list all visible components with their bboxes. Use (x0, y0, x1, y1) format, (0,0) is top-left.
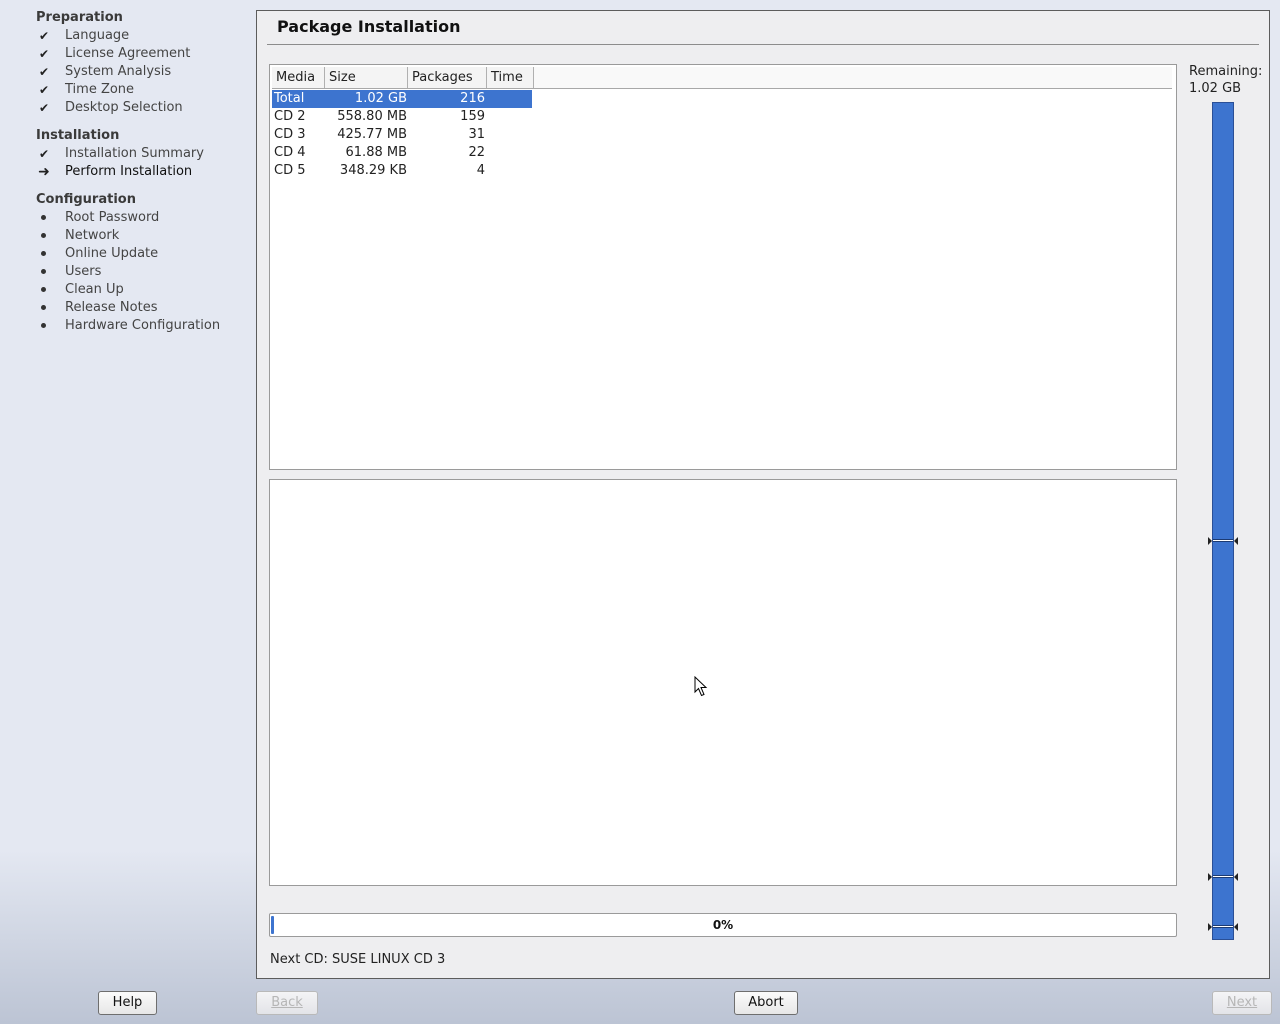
column-header-media[interactable]: Media (272, 67, 325, 88)
check-icon: ✔ (38, 147, 50, 161)
installation-steps-sidebar: Preparation ✔ Language ✔ License Agreeme… (0, 0, 250, 980)
step-label: Users (65, 264, 102, 279)
check-icon: ✔ (38, 65, 50, 79)
progress-percent: 0% (712, 918, 734, 932)
media-table[interactable]: Media Size Packages Time Total 1.02 GB 2… (269, 64, 1177, 470)
step-label: Hardware Configuration (65, 318, 221, 333)
table-row[interactable]: CD 4 61.88 MB 22 (272, 144, 532, 162)
table-row[interactable]: CD 5 348.29 KB 4 (272, 162, 532, 180)
cell-packages: 159 (460, 109, 485, 124)
page-title: Package Installation (277, 17, 461, 36)
marker-left-tick (1208, 923, 1212, 931)
section-title-installation: Installation (36, 128, 120, 143)
cell-packages: 22 (468, 145, 485, 160)
cell-size: 425.77 MB (337, 127, 407, 142)
back-button[interactable]: Back (256, 991, 318, 1015)
step-label: Installation Summary (65, 146, 204, 161)
step-label: Clean Up (65, 282, 124, 297)
cell-media: Total (274, 91, 305, 106)
remaining-caption: Remaining: (1189, 64, 1263, 79)
check-icon: ✔ (38, 29, 50, 43)
installation-progress-bar: 0% (269, 913, 1177, 937)
mouse-pointer-icon (694, 676, 708, 697)
cell-size: 1.02 GB (354, 91, 407, 106)
media-boundary-marker (1213, 539, 1233, 542)
step-label: Language (65, 28, 130, 43)
cell-size: 348.29 KB (339, 163, 407, 178)
remaining-value: 1.02 GB (1189, 81, 1242, 96)
remaining-label: Remaining: 1.02 GB (1189, 63, 1262, 97)
package-details-area[interactable] (269, 479, 1177, 886)
help-button[interactable]: Help (98, 991, 157, 1015)
check-icon: ✔ (38, 101, 50, 115)
step-label: Root Password (65, 210, 160, 225)
cell-packages: 4 (476, 163, 485, 178)
table-row[interactable]: CD 3 425.77 MB 31 (272, 126, 532, 144)
cell-packages: 31 (468, 127, 485, 142)
section-title-preparation: Preparation (36, 10, 123, 25)
next-button-label: Next (1226, 995, 1258, 1010)
marker-left-tick (1208, 873, 1212, 881)
table-row-total[interactable]: Total 1.02 GB 216 (272, 90, 532, 108)
cell-packages: 216 (460, 91, 485, 106)
bullet-icon (36, 209, 52, 220)
cell-media: CD 4 (274, 145, 306, 160)
cell-media: CD 2 (274, 109, 306, 124)
remaining-size-bar (1208, 102, 1238, 940)
step-label: Network (65, 228, 120, 243)
check-icon: ✔ (38, 47, 50, 61)
bullet-icon (36, 227, 52, 238)
column-header-packages[interactable]: Packages (408, 67, 487, 88)
media-boundary-marker (1213, 875, 1233, 878)
marker-right-tick (1234, 873, 1238, 881)
table-row[interactable]: CD 2 558.80 MB 159 (272, 108, 532, 126)
table-header-filler (534, 67, 1172, 88)
step-label: Online Update (65, 246, 159, 261)
step-label: Time Zone (65, 82, 135, 97)
step-label: Perform Installation (65, 164, 193, 179)
bullet-icon (36, 245, 52, 256)
bullet-icon (36, 281, 52, 292)
marker-right-tick (1234, 537, 1238, 545)
step-label: License Agreement (65, 46, 191, 61)
media-boundary-marker (1213, 925, 1233, 928)
package-installation-panel: Package Installation Media Size Packages… (256, 10, 1270, 979)
step-label: Release Notes (65, 300, 158, 315)
step-label: Desktop Selection (65, 100, 183, 115)
next-cd-label: Next CD: SUSE LINUX CD 3 (270, 952, 446, 967)
column-header-time[interactable]: Time (487, 67, 534, 88)
cell-media: CD 3 (274, 127, 306, 142)
step-label: System Analysis (65, 64, 172, 79)
abort-button[interactable]: Abort (734, 991, 798, 1015)
title-divider (267, 44, 1259, 45)
check-icon: ✔ (38, 83, 50, 97)
back-button-label: Back (271, 995, 303, 1010)
bullet-icon (36, 299, 52, 310)
cell-media: CD 5 (274, 163, 306, 178)
marker-left-tick (1208, 537, 1212, 545)
bullet-icon (36, 317, 52, 328)
cell-size: 61.88 MB (345, 145, 407, 160)
section-title-configuration: Configuration (36, 192, 136, 207)
table-header: Media Size Packages Time (272, 67, 1172, 89)
next-button[interactable]: Next (1212, 991, 1272, 1015)
bullet-icon (36, 263, 52, 274)
cell-size: 558.80 MB (337, 109, 407, 124)
marker-right-tick (1234, 923, 1238, 931)
column-header-size[interactable]: Size (325, 67, 408, 88)
arrow-right-icon: ➜ (38, 164, 50, 180)
